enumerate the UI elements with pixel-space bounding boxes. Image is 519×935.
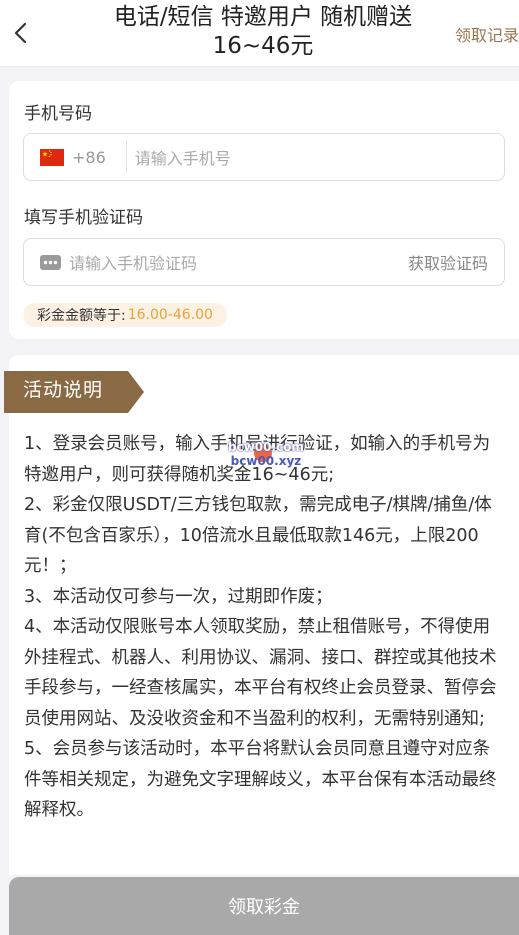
china-flag-icon [40, 148, 64, 166]
rule-item: 2、彩金仅限USDT/三方钱包取款，需完成电子/棋牌/捕鱼/体育(不包含百家乐）… [24, 495, 492, 576]
country-code[interactable]: +86 [72, 148, 106, 167]
rule-item: 4、本活动仅限账号本人领取奖励，禁止租借账号，不得使用外挂程式、机器人、利用协议… [24, 617, 497, 729]
watermark: bcw00.com bcw00.xyz [228, 440, 304, 468]
claim-records-link[interactable]: 领取记录 [455, 22, 519, 46]
rule-item: 3、本活动仅可参与一次，过期即作废； [24, 586, 333, 607]
chevron-left-icon [14, 22, 27, 44]
activity-card: 活动说明 1、登录会员账号，输入手机号进行验证，如输入的手机号为特邀用户，则可获… [4, 355, 519, 875]
phone-field[interactable]: +86 请输入手机号 [23, 133, 505, 181]
amount-label: 彩金金额等于: [37, 308, 126, 324]
rule-item: 5、会员参与该活动时，本平台将默认会员同意且遵守对应条件等相关规定，为避免文字理… [24, 739, 497, 820]
amount-value: 16.00-46.00 [127, 307, 213, 323]
get-code-button[interactable]: 获取验证码 [408, 250, 488, 274]
activity-title: 活动说明 [23, 379, 104, 401]
divider [125, 141, 127, 173]
rules-list: 1、登录会员账号，输入手机号进行验证，如输入的手机号为特邀用户，则可获得随机奖金… [24, 429, 506, 826]
page-title: 电话/短信 特邀用户 随机赠送16~46元 [113, 4, 413, 59]
code-label: 填写手机验证码 [24, 208, 143, 228]
amount-badge: 彩金金额等于: 16.00-46.00 [23, 303, 227, 327]
code-input[interactable]: 请输入手机验证码 [69, 250, 408, 274]
claim-bonus-button[interactable]: 领取彩金 [9, 877, 519, 935]
watermark-line: bcw00.xyz [230, 454, 302, 468]
header: 电话/短信 特邀用户 随机赠送16~46元 领取记录 [0, 0, 519, 67]
message-dots-icon [40, 254, 61, 270]
watermark-line: bcw00.com [228, 440, 304, 454]
code-field[interactable]: 请输入手机验证码 获取验证码 [23, 238, 505, 286]
phone-label: 手机号码 [24, 104, 92, 124]
back-button[interactable] [6, 16, 34, 50]
claim-form-card: 手机号码 +86 请输入手机号 填写手机验证码 请输入手机验证码 获取验证码 彩… [9, 81, 519, 339]
phone-input[interactable]: 请输入手机号 [135, 145, 504, 169]
